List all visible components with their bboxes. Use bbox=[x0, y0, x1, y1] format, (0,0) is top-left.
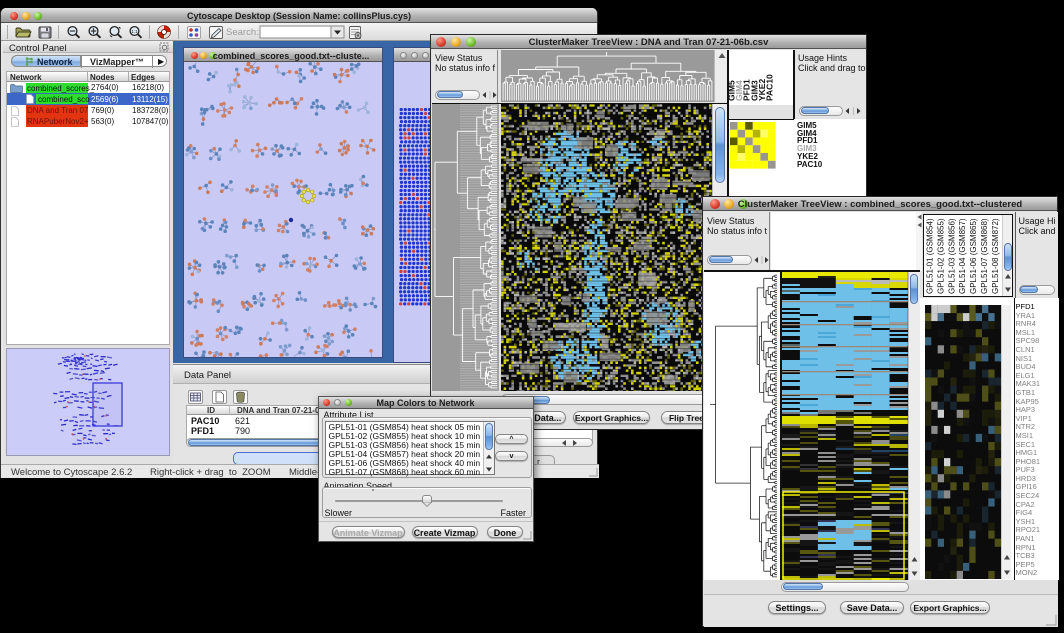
svg-text:Search:: Search: bbox=[226, 27, 259, 38]
svg-text:GPL51-07 (GSM868): GPL51-07 (GSM868) bbox=[980, 218, 989, 294]
svg-text:1:1: 1:1 bbox=[131, 29, 138, 34]
svg-text:GPL51-04 (GSM857): GPL51-04 (GSM857) bbox=[958, 218, 967, 294]
svg-text:GPL51-08 (GSM872): GPL51-08 (GSM872) bbox=[990, 218, 999, 294]
svg-text:GPL51-01 (GSM854): GPL51-01 (GSM854) bbox=[925, 218, 934, 294]
svg-text:GPL51-06 (GSM865): GPL51-06 (GSM865) bbox=[969, 218, 978, 294]
svg-text:GPL51-03 (GSM856): GPL51-03 (GSM856) bbox=[947, 218, 956, 294]
svg-text:PAC10: PAC10 bbox=[764, 73, 774, 100]
svg-text:GPL51-02 (GSM855): GPL51-02 (GSM855) bbox=[936, 218, 945, 294]
